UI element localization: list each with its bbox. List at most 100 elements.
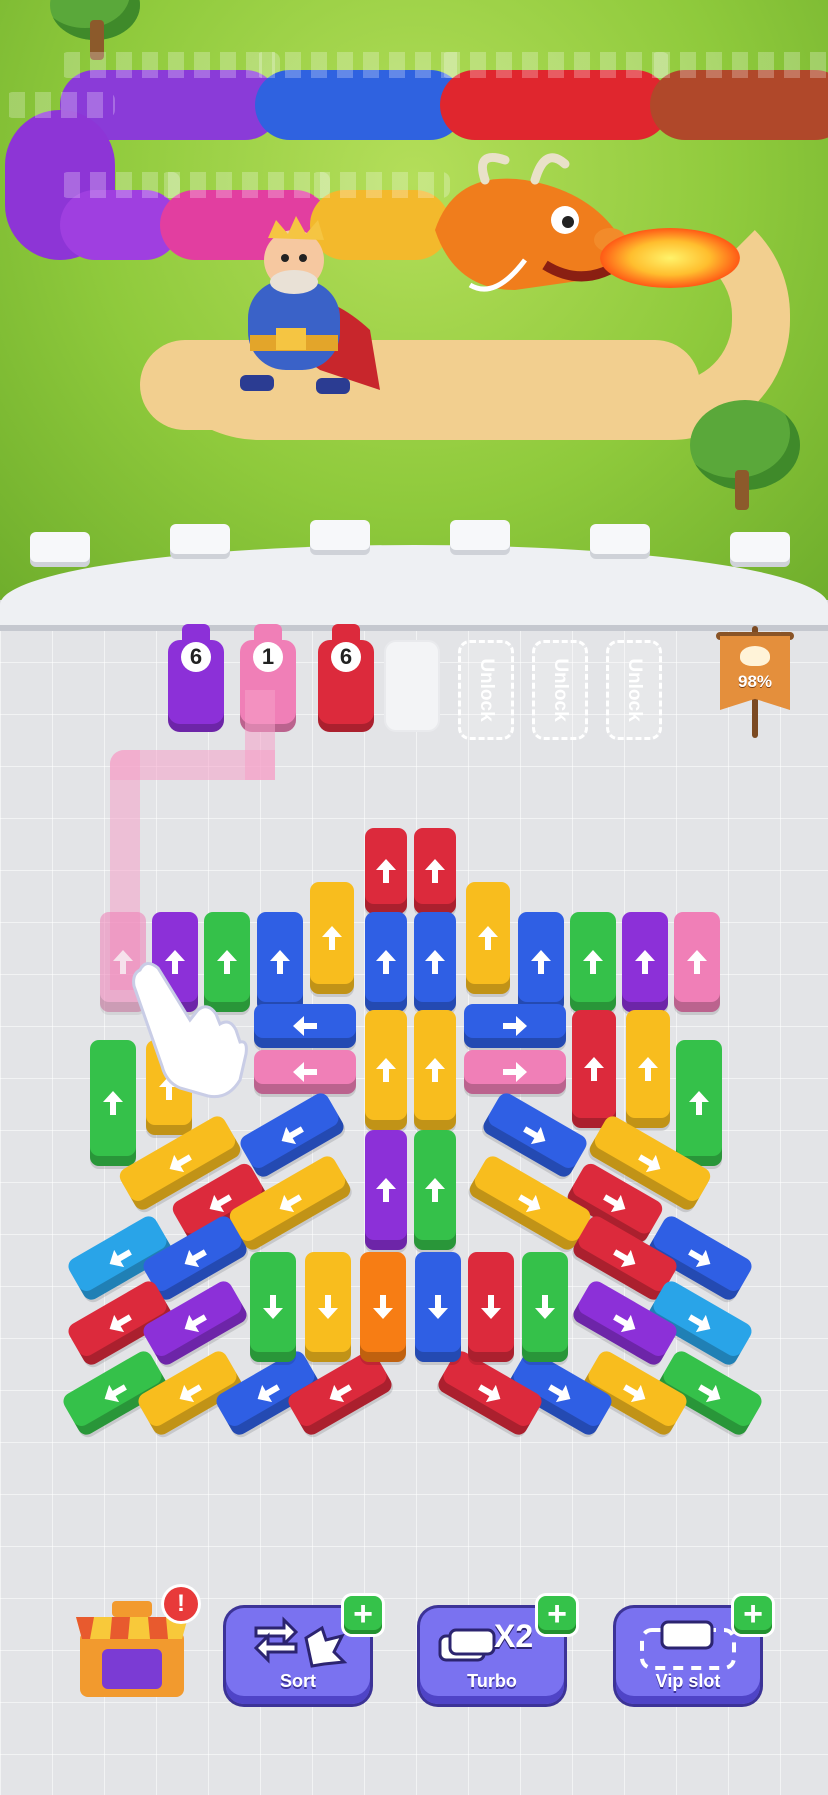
block-blue-up[interactable] <box>365 912 407 1012</box>
dragon-icon <box>740 646 770 666</box>
slot-count: 6 <box>331 642 361 672</box>
arrow-down-icon <box>263 1295 283 1319</box>
arrow-right-icon <box>688 1314 711 1333</box>
king-icon <box>240 216 380 394</box>
arrow-right-icon <box>518 1194 541 1213</box>
slot-cap <box>332 624 360 644</box>
arrow-up-icon <box>270 950 290 974</box>
arrow-down-icon <box>535 1295 555 1319</box>
wall-merlon <box>730 532 790 562</box>
wall-merlon <box>170 524 230 554</box>
arrow-right-icon <box>613 1314 636 1333</box>
turbo-multiplier: X2 <box>494 1618 534 1654</box>
game-scene <box>0 0 828 600</box>
arrow-up-icon <box>425 859 445 883</box>
arrow-right-icon <box>503 1016 527 1036</box>
arrow-left-icon <box>184 1249 207 1268</box>
block-pink-up[interactable] <box>674 912 720 1012</box>
block-red-up[interactable] <box>365 828 407 914</box>
arrow-up-icon <box>103 1091 123 1115</box>
arrow-left-icon <box>109 1249 132 1268</box>
block-blue-up[interactable] <box>257 912 303 1012</box>
slot-red: 6 <box>318 624 374 732</box>
block-green-up[interactable] <box>414 1130 456 1250</box>
block-yellow-up[interactable] <box>365 1010 407 1130</box>
shop-alert-badge: ! <box>164 1587 198 1621</box>
arrow-left-icon <box>109 1314 132 1333</box>
arrow-down-icon <box>481 1295 501 1319</box>
slot-locked[interactable]: Unlock <box>606 640 662 740</box>
block-purple-up[interactable] <box>365 1130 407 1250</box>
block-blue-up[interactable] <box>518 912 564 1012</box>
arrow-up-icon <box>376 950 396 974</box>
arrow-right-icon <box>478 1384 501 1403</box>
dragon-body-segment <box>650 52 828 140</box>
block-blue-left[interactable] <box>254 1004 356 1048</box>
arrow-up-icon <box>425 1058 445 1082</box>
unlock-label: Unlock <box>624 658 645 722</box>
block-red-up[interactable] <box>572 1010 616 1128</box>
block-red-up[interactable] <box>414 828 456 914</box>
block-green-down[interactable] <box>250 1252 296 1362</box>
vip-slot-add-button[interactable]: + <box>734 1596 772 1634</box>
slot-empty <box>384 640 440 732</box>
slot-cap <box>254 624 282 644</box>
block-blue-right[interactable] <box>464 1004 566 1048</box>
arrow-up-icon <box>687 950 707 974</box>
dirt-path-bottom <box>140 340 700 430</box>
block-blue-down[interactable] <box>415 1252 461 1362</box>
arrow-up-icon <box>322 926 342 950</box>
move-trail <box>245 690 275 780</box>
arrow-left-icon <box>104 1384 127 1403</box>
arrow-up-icon <box>425 1178 445 1202</box>
shop-button[interactable]: ! <box>72 1587 198 1705</box>
block-yellow-up[interactable] <box>414 1010 456 1130</box>
wall-merlon <box>310 520 370 550</box>
vip-slot-button[interactable]: Vip slot + <box>616 1596 772 1704</box>
arrow-up-icon <box>635 950 655 974</box>
block-yellow-up[interactable] <box>626 1010 670 1128</box>
arrow-up-icon <box>478 926 498 950</box>
block-green-down[interactable] <box>522 1252 568 1362</box>
block-pink-right[interactable] <box>464 1050 566 1094</box>
arrow-left-icon <box>293 1016 317 1036</box>
slot-count: 1 <box>253 642 283 672</box>
turbo-label: Turbo <box>467 1671 517 1691</box>
wall-merlon <box>590 524 650 554</box>
arrow-down-icon <box>318 1295 338 1319</box>
arrow-up-icon <box>689 1091 709 1115</box>
block-yellow-up[interactable] <box>466 882 510 994</box>
slot-purple: 6 <box>168 624 224 732</box>
slot-locked[interactable]: Unlock <box>532 640 588 740</box>
arrow-up-icon <box>376 859 396 883</box>
block-yellow-up[interactable] <box>310 882 354 994</box>
dragon-head-icon <box>435 153 628 292</box>
arrow-left-icon <box>293 1062 317 1082</box>
arrow-left-icon <box>179 1384 202 1403</box>
arrow-up-icon <box>376 1178 396 1202</box>
arrow-up-icon <box>584 1057 604 1081</box>
sort-add-button[interactable]: + <box>344 1596 382 1634</box>
block-green-up[interactable] <box>676 1040 722 1166</box>
arrow-down-icon <box>373 1295 393 1319</box>
progress-percent: 98% <box>737 672 773 691</box>
arrow-right-icon <box>523 1126 546 1145</box>
block-pink-left[interactable] <box>254 1050 356 1094</box>
block-green-up[interactable] <box>570 912 616 1012</box>
block-red-down[interactable] <box>468 1252 514 1362</box>
arrow-left-icon <box>329 1384 352 1403</box>
turbo-add-button[interactable]: + <box>538 1596 576 1634</box>
block-yellow-down[interactable] <box>305 1252 351 1362</box>
vip-slot-label: Vip slot <box>655 1671 721 1691</box>
turbo-button[interactable]: X2 Turbo + <box>420 1596 576 1704</box>
block-orange-down[interactable] <box>360 1252 406 1362</box>
tree-trunk <box>735 470 749 510</box>
slot-locked[interactable]: Unlock <box>458 640 514 740</box>
block-purple-up[interactable] <box>622 912 668 1012</box>
wall-merlon <box>30 532 90 562</box>
sort-button[interactable]: Sort + <box>226 1596 382 1704</box>
arrow-right-icon <box>613 1249 636 1268</box>
progress-banner: 98% <box>716 626 794 738</box>
block-blue-up[interactable] <box>414 912 456 1012</box>
pointer-hand-icon <box>132 962 248 1099</box>
